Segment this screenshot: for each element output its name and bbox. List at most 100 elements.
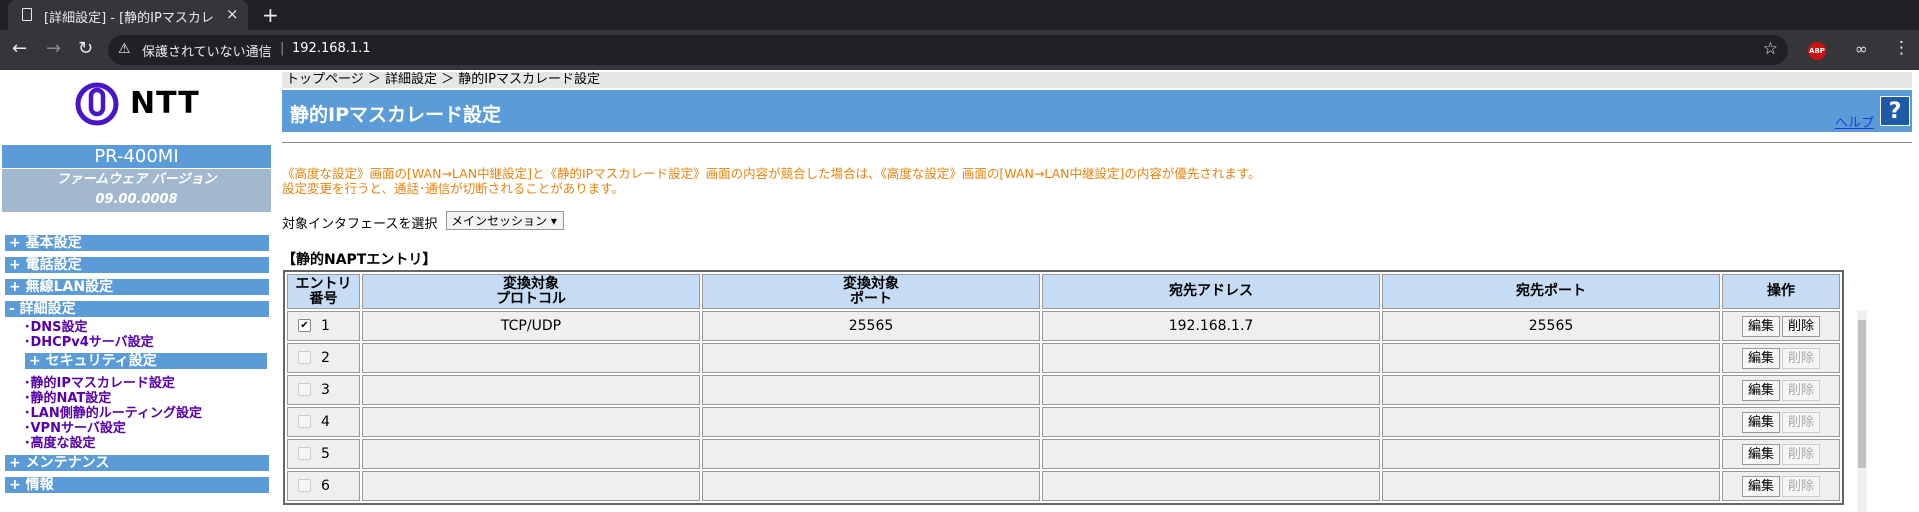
bookmark-star-icon[interactable]: ☆	[1763, 39, 1778, 59]
entry-number: 1	[321, 318, 330, 334]
menu-basic-settings[interactable]: + 基本設定	[5, 235, 269, 251]
notice-line-1: 《高度な設定》画面の[WAN→LAN中継設定]と《静的IPマスカレード設定》画面…	[282, 166, 1261, 181]
menu-wireless-lan-settings[interactable]: + 無線LAN設定	[5, 279, 269, 295]
help-icon[interactable]: ?	[1880, 96, 1910, 126]
browser-toolbar: ← → ↻ ⚠ 保護されていない通信 | 192.168.1.1 ☆ ABP ∞…	[0, 30, 1919, 70]
firmware-label: ファームウェア バージョン	[56, 172, 217, 187]
cell-destination-address: 192.168.1.7	[1042, 311, 1380, 341]
cell-protocol: TCP/UDP	[362, 311, 700, 341]
edit-button[interactable]: 編集	[1741, 315, 1780, 337]
kebab-menu-icon[interactable]: ⋮	[1893, 38, 1910, 58]
cell-entry: ✔ 1	[287, 311, 360, 341]
header-protocol-line1: 変換対象	[503, 275, 559, 292]
cell-protocol	[362, 471, 700, 501]
table-scrollbar[interactable]	[1857, 310, 1867, 512]
browser-tab-bar: [詳細設定] - [静的IPマスカレ × +	[0, 0, 1919, 30]
cell-destination-port	[1382, 407, 1720, 437]
entry-checkbox[interactable]	[298, 350, 311, 364]
table-row: ✔ 1 TCP/UDP 25565 192.168.1.7 25565 編集 削除	[287, 311, 1840, 341]
cell-operations: 編集 削除	[1722, 471, 1840, 501]
ntt-logo-icon	[75, 82, 119, 126]
model-name: PR-400MI	[2, 145, 271, 168]
menu-phone-settings[interactable]: + 電話設定	[5, 257, 269, 273]
table-row: 2 編集 削除	[287, 343, 1840, 373]
edit-button[interactable]: 編集	[1741, 443, 1780, 465]
entry-checkbox[interactable]	[298, 414, 311, 428]
cell-port	[702, 471, 1040, 501]
delete-button[interactable]: 削除	[1782, 347, 1821, 369]
menu-dhcpv4-server-settings[interactable]: ･DHCPv4サーバ設定	[24, 335, 154, 350]
menu-advanced-options[interactable]: ･高度な設定	[24, 436, 96, 451]
scrollbar-thumb[interactable]	[1858, 320, 1866, 468]
menu-maintenance[interactable]: + メンテナンス	[5, 455, 269, 471]
delete-button[interactable]: 削除	[1782, 411, 1821, 433]
incognito-icon[interactable]: ∞	[1855, 40, 1868, 58]
forward-arrow-icon[interactable]: →	[46, 38, 61, 59]
reload-icon[interactable]: ↻	[78, 38, 93, 59]
menu-security-settings[interactable]: + セキュリティ設定	[25, 353, 267, 369]
edit-button[interactable]: 編集	[1741, 475, 1780, 497]
entry-checkbox[interactable]	[298, 478, 311, 492]
security-status[interactable]: 保護されていない通信	[142, 41, 272, 60]
header-entry-number: エントリ 番号	[287, 274, 360, 309]
entry-checkbox[interactable]: ✔	[298, 318, 311, 332]
cell-operations: 編集 削除	[1722, 311, 1840, 341]
address-bar[interactable]: ⚠ 保護されていない通信 | 192.168.1.1 ☆	[108, 35, 1788, 65]
adblock-icon[interactable]: ABP	[1808, 42, 1826, 60]
cell-destination-address	[1042, 471, 1380, 501]
table-row: 4 編集 削除	[287, 407, 1840, 437]
help-link[interactable]: ヘルプ	[1835, 112, 1874, 131]
cell-destination-port: 25565	[1382, 311, 1720, 341]
menu-advanced-settings[interactable]: - 詳細設定	[5, 301, 269, 317]
warning-icon[interactable]: ⚠	[118, 41, 131, 57]
breadcrumb: トップページ ＞ 詳細設定 ＞ 静的IPマスカレード設定	[282, 72, 1912, 88]
delete-button[interactable]: 削除	[1782, 475, 1821, 497]
cell-protocol	[362, 343, 700, 373]
cell-destination-port	[1382, 375, 1720, 405]
address-separator: |	[280, 41, 285, 56]
delete-button[interactable]: 削除	[1782, 379, 1821, 401]
interface-select-label: 対象インタフェースを選択	[282, 217, 438, 232]
menu-static-nat[interactable]: ･静的NAT設定	[24, 391, 111, 406]
cell-destination-address	[1042, 407, 1380, 437]
entry-checkbox[interactable]	[298, 446, 311, 460]
header-protocol-line2: プロトコル	[496, 290, 566, 307]
delete-button[interactable]: 削除	[1782, 315, 1821, 337]
menu-dns-settings[interactable]: ･DNS設定	[24, 320, 88, 335]
cell-destination-address	[1042, 375, 1380, 405]
tab-title: [詳細設定] - [静的IPマスカレ	[44, 11, 214, 26]
table-row: 6 編集 削除	[287, 471, 1840, 501]
table-header-row: エントリ 番号 変換対象 プロトコル 変換対象 ポート 宛先アドレス 宛先ポート…	[287, 274, 1840, 309]
menu-information[interactable]: + 情報	[5, 477, 269, 493]
table-row: 5 編集 削除	[287, 439, 1840, 469]
delete-button[interactable]: 削除	[1782, 443, 1821, 465]
edit-button[interactable]: 編集	[1741, 411, 1780, 433]
cell-protocol	[362, 439, 700, 469]
cell-protocol	[362, 375, 700, 405]
tab-close-button[interactable]: ×	[226, 5, 239, 23]
new-tab-button[interactable]: +	[262, 3, 279, 27]
cell-entry: 2	[287, 343, 360, 373]
entry-checkbox[interactable]	[298, 382, 311, 396]
menu-static-ip-masquerade[interactable]: ･静的IPマスカレード設定	[24, 376, 175, 391]
cell-port	[702, 343, 1040, 373]
header-port-line1: 変換対象	[843, 275, 899, 292]
interface-select[interactable]: メインセッション ▾	[446, 211, 564, 230]
firmware-version: 09.00.0008	[95, 192, 178, 207]
cell-entry: 3	[287, 375, 360, 405]
url-text[interactable]: 192.168.1.1	[292, 41, 371, 56]
edit-button[interactable]: 編集	[1741, 347, 1780, 369]
cell-port: 25565	[702, 311, 1040, 341]
cell-entry: 5	[287, 439, 360, 469]
menu-lan-static-routing[interactable]: ･LAN側静的ルーティング設定	[24, 406, 202, 421]
edit-button[interactable]: 編集	[1741, 379, 1780, 401]
firmware-info: ファームウェア バージョン 09.00.0008	[2, 169, 271, 212]
browser-tab[interactable]: [詳細設定] - [静的IPマスカレ ×	[8, 0, 248, 30]
page-title-bar: 静的IPマスカレード設定 ヘルプ ?	[282, 90, 1912, 132]
back-arrow-icon[interactable]: ←	[12, 38, 27, 59]
title-divider	[282, 142, 1912, 143]
cell-destination-port	[1382, 439, 1720, 469]
menu-vpn-server-settings[interactable]: ･VPNサーバ設定	[24, 421, 126, 436]
notice-line-2: 設定変更を行うと、通話･通信が切断されることがあります。	[282, 181, 625, 196]
cell-port	[702, 407, 1040, 437]
